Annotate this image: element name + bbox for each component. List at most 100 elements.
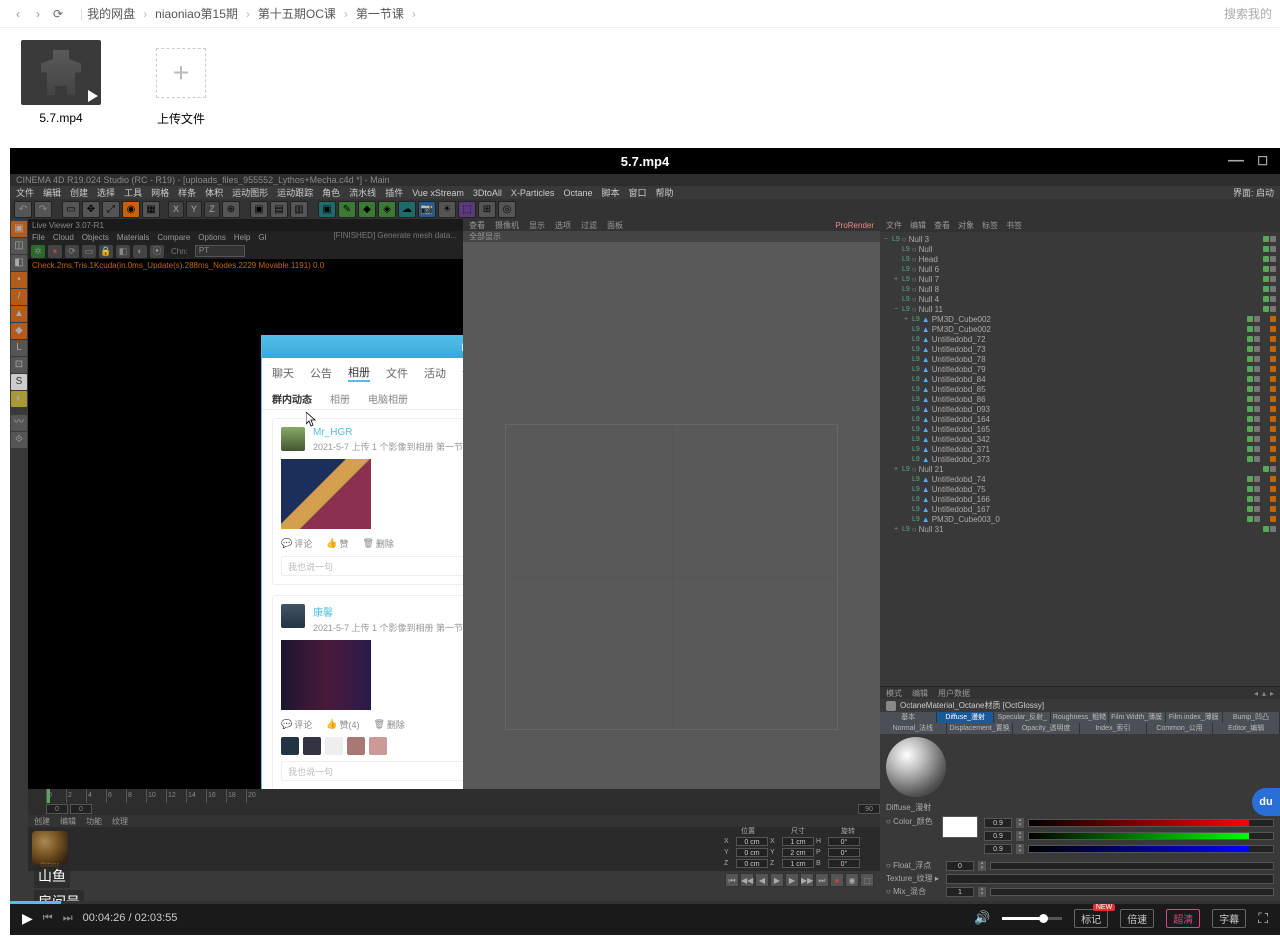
move-tool[interactable]: ✥ (82, 201, 100, 218)
progress-track[interactable] (10, 901, 1280, 904)
menu-item[interactable]: Octane (563, 188, 592, 198)
feed-image[interactable] (281, 640, 371, 710)
select-tool[interactable]: ▭ (62, 201, 80, 218)
tree-row[interactable]: L9▲Untitledobd_73 (884, 344, 1276, 354)
shader-tab[interactable]: Editor_编辑 (1213, 723, 1280, 734)
plus-icon[interactable]: + (156, 48, 206, 98)
tree-row[interactable]: +L9○Null 31 (884, 524, 1276, 534)
quality-button[interactable]: 超清 (1166, 909, 1200, 928)
coord-field[interactable]: 2 cm (782, 848, 814, 857)
vp-menu-filter[interactable]: 过滤 (581, 220, 597, 231)
deformer[interactable]: ◈ (378, 201, 396, 218)
refresh-icon[interactable]: ⟳ (48, 7, 68, 21)
environment[interactable]: ☁ (398, 201, 416, 218)
lv-start[interactable]: ✲ (31, 245, 45, 258)
lt-edge[interactable]: / (11, 289, 27, 305)
search-input[interactable]: 搜索我的 (1224, 5, 1272, 22)
tree-row[interactable]: L9▲Untitledobd_79 (884, 364, 1276, 374)
crumb-1[interactable]: niaoniao第15期 (155, 5, 238, 22)
menu-item[interactable]: 网格 (151, 186, 169, 199)
maximize-icon[interactable]: ☐ (1257, 154, 1268, 168)
avatar[interactable] (281, 604, 305, 628)
shader-tab[interactable]: Diffuse_漫射 (937, 712, 994, 723)
tree-row[interactable]: L9▲PM3D_Cube002 (884, 324, 1276, 334)
lv-menu-item[interactable]: Objects (82, 233, 109, 242)
prorender-label[interactable]: ProRender (835, 221, 874, 230)
om-tab[interactable]: 书签 (1006, 220, 1022, 231)
redo-icon[interactable]: ↷ (34, 201, 52, 218)
menu-item[interactable]: 编辑 (43, 186, 61, 199)
coord-field[interactable]: 1 cm (782, 859, 814, 868)
crumb-0[interactable]: 我的网盘 (87, 5, 135, 22)
lv-menu-item[interactable]: Compare (157, 233, 190, 242)
qq-subtab-album[interactable]: 相册 (330, 391, 350, 406)
like-avatar[interactable] (281, 737, 299, 755)
coord-field[interactable]: 0 cm (736, 848, 768, 857)
tree-row[interactable]: L9▲Untitledobd_342 (884, 434, 1276, 444)
like-avatar[interactable] (303, 737, 321, 755)
next-button[interactable]: ⏭ (63, 912, 73, 925)
shader-tab[interactable]: Film Width_薄膜宽度 (1109, 712, 1166, 723)
lt-model[interactable]: ▣ (11, 221, 27, 237)
g-value[interactable]: 0.9 (984, 831, 1012, 841)
material-preview[interactable] (886, 737, 946, 797)
lv-menu-item[interactable]: GI (258, 233, 266, 242)
lt-point[interactable]: • (11, 272, 27, 288)
layout-selector[interactable]: 界面: 启动 (1233, 186, 1274, 199)
menu-item[interactable]: 体积 (205, 186, 223, 199)
om-tab[interactable]: 文件 (886, 220, 902, 231)
generator[interactable]: ◆ (358, 201, 376, 218)
lt-poly[interactable]: ▲ (11, 306, 27, 322)
autokey-icon[interactable]: ◉ (845, 873, 859, 887)
shader-tab[interactable]: Specular_反射_镜面 (994, 712, 1051, 723)
goto-end-icon[interactable]: ⏭ (815, 873, 829, 887)
tree-row[interactable]: L9▲Untitledobd_84 (884, 374, 1276, 384)
render-view[interactable]: ▣ (250, 201, 268, 218)
minimize-icon[interactable]: — (1228, 152, 1244, 170)
subtitle-button[interactable]: 字幕 (1212, 909, 1246, 928)
menu-item[interactable]: 帮助 (656, 186, 674, 199)
color-swatch[interactable] (942, 816, 978, 838)
prev-frame-icon[interactable]: ◀ (755, 873, 769, 887)
qq-tab-file[interactable]: 文件 (386, 365, 408, 381)
attr-prev-icon[interactable]: ◂ (1254, 689, 1258, 698)
tree-row[interactable]: L9▲Untitledobd_093 (884, 404, 1276, 414)
key-all-icon[interactable]: ⬚ (860, 873, 874, 887)
menu-item[interactable]: 创建 (70, 186, 88, 199)
play-button[interactable]: ▶ (22, 910, 33, 927)
fullscreen-icon[interactable]: ⛶ (1258, 910, 1268, 927)
attr-up-icon[interactable]: ▴ (1262, 689, 1266, 698)
tree-row[interactable]: L9▲Untitledobd_85 (884, 384, 1276, 394)
coord-field[interactable]: 0° (828, 837, 860, 846)
tree-row[interactable]: L9▲Untitledobd_78 (884, 354, 1276, 364)
like-button[interactable]: 👍 赞(4) (326, 718, 359, 731)
lt-o[interactable]: ◐ (11, 391, 27, 407)
play-fwd-icon[interactable]: ▶ (770, 873, 784, 887)
lv-menu-item[interactable]: Help (234, 233, 250, 242)
lv-menu-item[interactable]: Cloud (53, 233, 74, 242)
baidu-float-icon[interactable]: du (1252, 788, 1280, 816)
mm-tab-func[interactable]: 功能 (86, 816, 102, 827)
texture-slot[interactable] (946, 874, 1274, 884)
tree-row[interactable]: L9▲Untitledobd_371 (884, 444, 1276, 454)
menu-item[interactable]: 3DtoAll (473, 188, 502, 198)
lt-workplane[interactable]: ◧ (11, 255, 27, 271)
frame-start[interactable]: 0 (46, 804, 68, 814)
like-avatar[interactable] (347, 737, 365, 755)
menu-item[interactable]: 样条 (178, 186, 196, 199)
shader-tab[interactable]: Index_索引 (1080, 723, 1147, 734)
tree-row[interactable]: L9○Head (884, 254, 1276, 264)
rotate-tool[interactable]: ◉ (122, 201, 140, 218)
attr-next-icon[interactable]: ▸ (1270, 689, 1274, 698)
tag-icon[interactable]: ⊞ (478, 201, 496, 218)
coord-field[interactable]: 0° (828, 848, 860, 857)
y-axis[interactable]: Y (186, 201, 202, 218)
vp-menu-display[interactable]: 显示 (529, 220, 545, 231)
coord-field[interactable]: 0 cm (736, 837, 768, 846)
menu-item[interactable]: 角色 (322, 186, 340, 199)
render-settings[interactable]: ▥ (290, 201, 308, 218)
om-tab[interactable]: 编辑 (910, 220, 926, 231)
menu-item[interactable]: 窗口 (628, 186, 646, 199)
tree-row[interactable]: L9▲Untitledobd_166 (884, 494, 1276, 504)
qq-subtab-dynamic[interactable]: 群内动态 (272, 391, 312, 406)
